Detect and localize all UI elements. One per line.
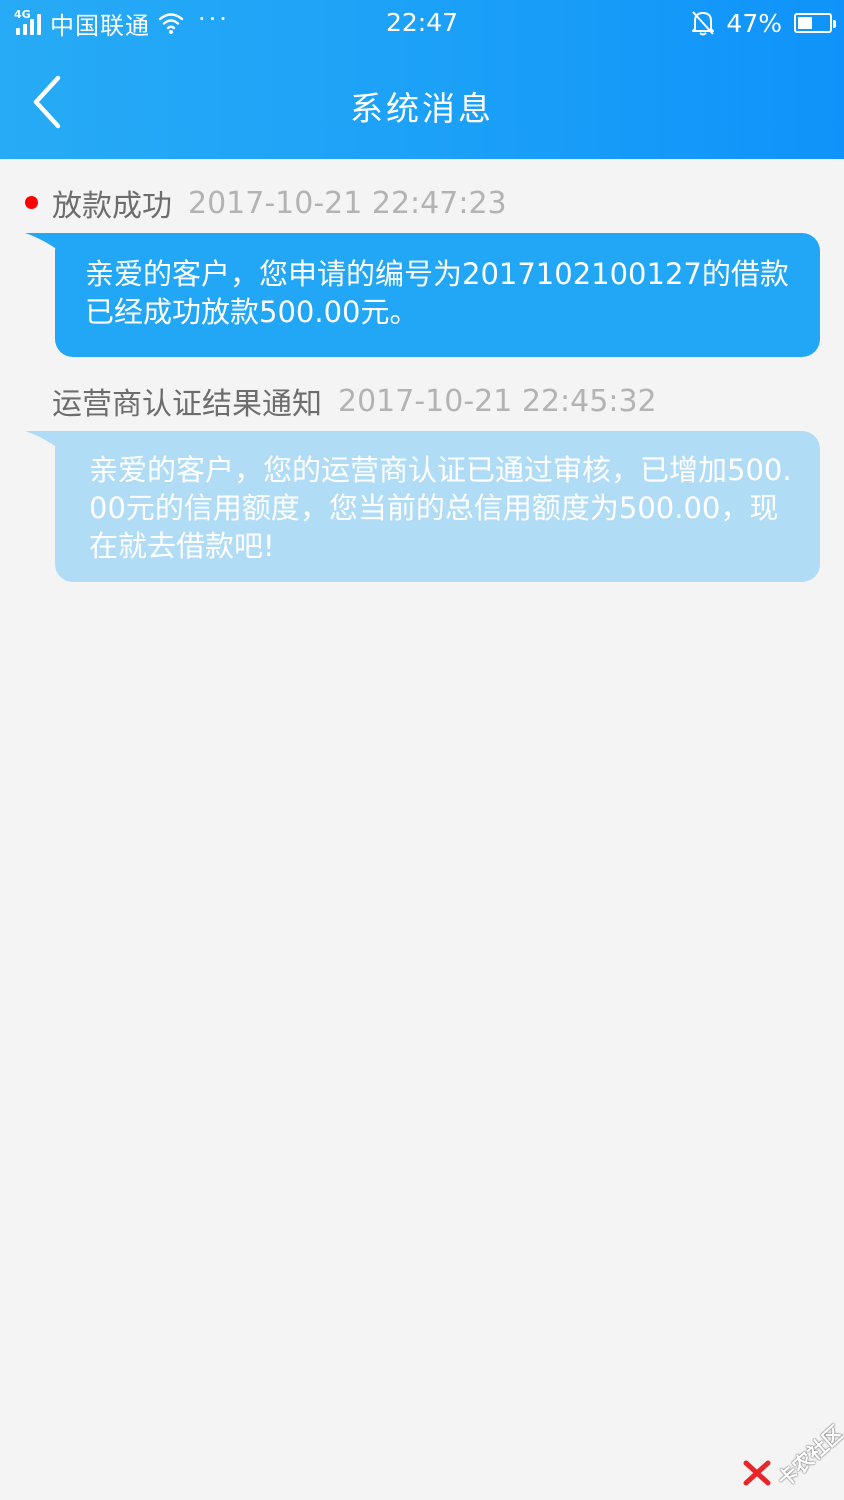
status-right: 47% (690, 7, 836, 39)
message-title: 放款成功 (52, 189, 172, 224)
watermark-text: 卡农社区 (772, 1420, 844, 1492)
page-title: 系统消息 (350, 89, 494, 128)
battery-cap (833, 20, 836, 28)
watermark-logo: 卡农社区 (740, 1405, 844, 1492)
battery-icon (794, 13, 836, 33)
message-bubble[interactable]: 亲爱的客户，您申请的编号为2017102100127的借款已经成功放款500.0… (55, 233, 820, 357)
message-header: 运营商认证结果通知 2017-10-21 22:45:32 (52, 381, 657, 423)
message-title: 运营商认证结果通知 (52, 387, 322, 422)
nav-bar: 系统消息 (0, 46, 844, 159)
message-bubble[interactable]: 亲爱的客户，您的运营商认证已通过审核，已增加500.00元的信用额度，您当前的总… (55, 431, 820, 582)
message-time: 2017-10-21 22:47:23 (188, 185, 507, 221)
battery-percent: 47% (726, 8, 782, 38)
message-body: 亲爱的客户，您的运营商认证已通过审核，已增加500.00元的信用额度，您当前的总… (89, 453, 792, 563)
unread-dot (25, 196, 38, 209)
battery-fill (798, 17, 812, 29)
message-time: 2017-10-21 22:45:32 (338, 383, 657, 419)
top-bar: 4G 中国联通 ··· 22:47 47% 系统消息 (0, 0, 844, 159)
watermark-icon (743, 1460, 771, 1486)
bell-muted-icon (692, 11, 715, 36)
message-header: 放款成功 2017-10-21 22:47:23 (52, 183, 507, 225)
status-bar: 4G 中国联通 ··· 22:47 47% (0, 0, 844, 46)
message-body: 亲爱的客户，您申请的编号为2017102100127的借款已经成功放款500.0… (85, 257, 789, 329)
